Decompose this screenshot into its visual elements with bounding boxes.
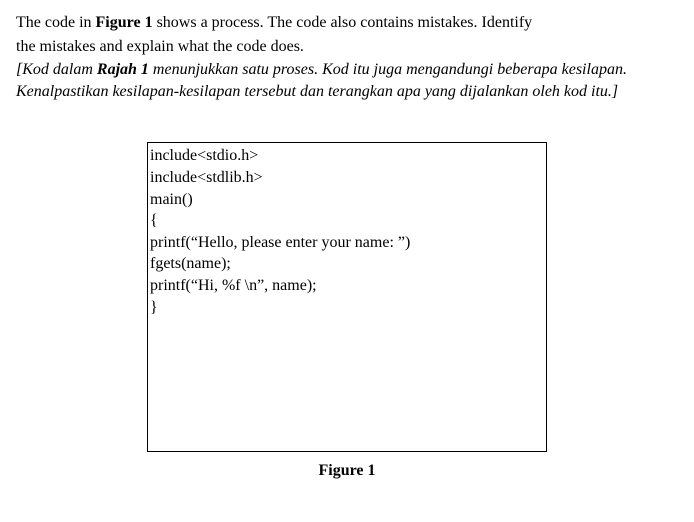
figure-reference: Figure 1 bbox=[96, 14, 153, 31]
translation-line2: Kenalpastikan kesilapan-kesilapan terseb… bbox=[16, 83, 618, 100]
code-line-11: } bbox=[150, 297, 544, 319]
code-box: include<stdio.h>include<stdlib.h>main(){… bbox=[147, 142, 547, 452]
code-line-1: include<stdio.h> bbox=[150, 145, 544, 167]
figure-caption: Figure 1 bbox=[16, 462, 678, 480]
code-line-2: include<stdlib.h> bbox=[150, 167, 544, 189]
code-line-9: printf(“Hi, %f \n”, name); bbox=[150, 275, 544, 297]
figure-reference-malay: Rajah 1 bbox=[97, 61, 149, 78]
translation-part1: [Kod dalam bbox=[16, 61, 97, 78]
code-line-4: main() bbox=[150, 189, 544, 211]
code-container: include<stdio.h>include<stdlib.h>main(){… bbox=[16, 142, 678, 452]
question-text-line2: the mistakes and explain what the code d… bbox=[16, 38, 304, 55]
code-line-5: { bbox=[150, 210, 544, 232]
question-malay-line2: Kenalpastikan kesilapan-kesilapan terseb… bbox=[16, 81, 678, 103]
question-english-line2: the mistakes and explain what the code d… bbox=[16, 36, 678, 58]
question-malay: [Kod dalam Rajah 1 menunjukkan satu pros… bbox=[16, 59, 678, 81]
translation-part2: menunjukkan satu proses. Kod itu juga me… bbox=[149, 61, 627, 78]
code-line-7: fgets(name); bbox=[150, 253, 544, 275]
question-text-part1: The code in bbox=[16, 14, 96, 31]
code-line-6: printf(“Hello, please enter your name: ”… bbox=[150, 232, 544, 254]
question-text-part2: shows a process. The code also contains … bbox=[153, 14, 533, 31]
question-english: The code in Figure 1 shows a process. Th… bbox=[16, 12, 678, 34]
